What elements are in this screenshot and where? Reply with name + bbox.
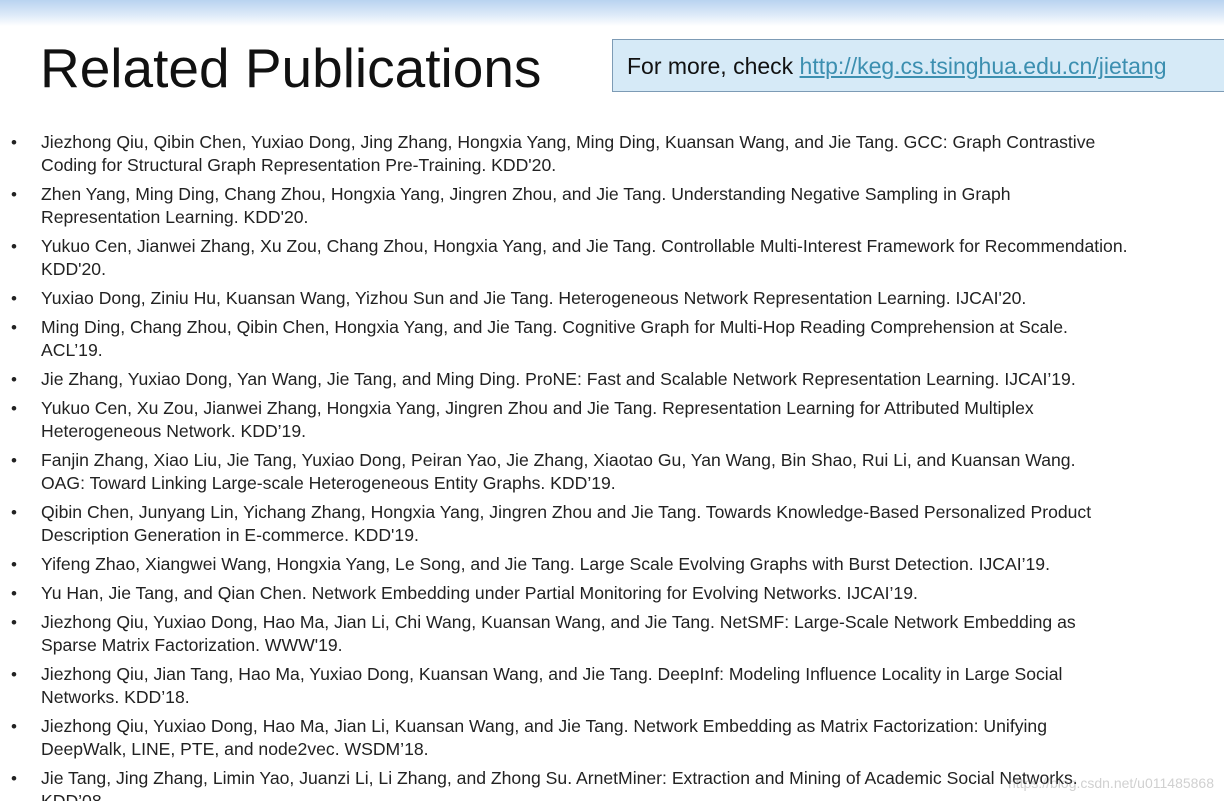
publication-item: • Jiezhong Qiu, Yuxiao Dong, Hao Ma, Jian… (0, 715, 1224, 761)
publication-text-cont: KDD'20. (41, 259, 106, 279)
publication-item: • Yukuo Cen, Jianwei Zhang, Xu Zou, Chang… (0, 235, 1224, 281)
bullet-icon: • (11, 318, 17, 337)
publication-text-cont: Description Generation in E-commerce. KD… (41, 525, 419, 545)
bullet-icon: • (11, 584, 17, 603)
publication-text: Jiezhong Qiu, Yuxiao Dong, Hao Ma, Jian … (41, 612, 1076, 632)
publication-item: • Yukuo Cen, Xu Zou, Jianwei Zhang, Hongx… (0, 397, 1224, 443)
publication-text: Jie Zhang, Yuxiao Dong, Yan Wang, Jie Ta… (41, 369, 1076, 389)
bullet-icon: • (11, 555, 17, 574)
publication-text-cont: KDD’08. (41, 791, 107, 801)
publication-item: • Zhen Yang, Ming Ding, Chang Zhou, Hongx… (0, 183, 1224, 229)
publication-text: Fanjin Zhang, Xiao Liu, Jie Tang, Yuxiao… (41, 450, 1076, 470)
bullet-icon: • (11, 769, 17, 788)
publication-item: • Jiezhong Qiu, Jian Tang, Hao Ma, Yuxiao… (0, 663, 1224, 709)
publication-text-cont: OAG: Toward Linking Large-scale Heteroge… (41, 473, 616, 493)
publication-item: • Yifeng Zhao, Xiangwei Wang, Hongxia Yan… (0, 553, 1224, 576)
bullet-icon: • (11, 370, 17, 389)
publication-text: Yukuo Cen, Xu Zou, Jianwei Zhang, Hongxi… (41, 398, 1034, 418)
publication-text: Yukuo Cen, Jianwei Zhang, Xu Zou, Chang … (41, 236, 1128, 256)
publication-item: • Qibin Chen, Junyang Lin, Yichang Zhang,… (0, 501, 1224, 547)
publication-item: • Jiezhong Qiu, Yuxiao Dong, Hao Ma, Jian… (0, 611, 1224, 657)
publication-text-cont: Representation Learning. KDD'20. (41, 207, 309, 227)
publication-text-cont: DeepWalk, LINE, PTE, and node2vec. WSDM’… (41, 739, 429, 759)
bullet-icon: • (11, 613, 17, 632)
bullet-icon: • (11, 133, 17, 152)
publication-item: • Yuxiao Dong, Ziniu Hu, Kuansan Wang, Yi… (0, 287, 1224, 310)
publication-text-cont: Networks. KDD’18. (41, 687, 190, 707)
bullet-icon: • (11, 399, 17, 418)
publication-text: Jiezhong Qiu, Qibin Chen, Yuxiao Dong, J… (41, 132, 1096, 152)
bullet-icon: • (11, 451, 17, 470)
publication-text: Yifeng Zhao, Xiangwei Wang, Hongxia Yang… (41, 554, 1050, 574)
publication-item: • Ming Ding, Chang Zhou, Qibin Chen, Hong… (0, 316, 1224, 362)
publication-text: Ming Ding, Chang Zhou, Qibin Chen, Hongx… (41, 317, 1068, 337)
publication-text: Zhen Yang, Ming Ding, Chang Zhou, Hongxi… (41, 184, 1011, 204)
bullet-icon: • (11, 289, 17, 308)
slide-top-band (0, 0, 1224, 26)
publication-item: • Jiezhong Qiu, Qibin Chen, Yuxiao Dong, … (0, 131, 1224, 177)
publication-text: Jiezhong Qiu, Yuxiao Dong, Hao Ma, Jian … (41, 716, 1047, 736)
more-info-prefix: For more, check (627, 53, 800, 79)
publication-text-cont: Sparse Matrix Factorization. WWW'19. (41, 635, 343, 655)
publication-text: Qibin Chen, Junyang Lin, Yichang Zhang, … (41, 502, 1092, 522)
publication-text: Yu Han, Jie Tang, and Qian Chen. Network… (41, 583, 918, 603)
bullet-icon: • (11, 665, 17, 684)
watermark: https://blog.csdn.net/u011485868 (1007, 775, 1214, 791)
publication-text: Jiezhong Qiu, Jian Tang, Hao Ma, Yuxiao … (41, 664, 1063, 684)
slide-title: Related Publications (40, 37, 542, 99)
bullet-icon: • (11, 717, 17, 736)
bullet-icon: • (11, 503, 17, 522)
publication-item: • Fanjin Zhang, Xiao Liu, Jie Tang, Yuxia… (0, 449, 1224, 495)
publication-text-cont: ACL’19. (41, 340, 103, 360)
publication-text: Yuxiao Dong, Ziniu Hu, Kuansan Wang, Yiz… (41, 288, 1027, 308)
publication-item: • Yu Han, Jie Tang, and Qian Chen. Networ… (0, 582, 1224, 605)
publication-text-cont: Coding for Structural Graph Representati… (41, 155, 557, 175)
more-info-box: For more, check http://keg.cs.tsinghua.e… (612, 39, 1224, 92)
publication-text-cont: Heterogeneous Network. KDD’19. (41, 421, 307, 441)
homepage-link[interactable]: http://keg.cs.tsinghua.edu.cn/jietang (800, 53, 1167, 79)
bullet-icon: • (11, 185, 17, 204)
publication-list: • Jiezhong Qiu, Qibin Chen, Yuxiao Dong, … (0, 131, 1224, 801)
bullet-icon: • (11, 237, 17, 256)
publication-item: • Jie Zhang, Yuxiao Dong, Yan Wang, Jie T… (0, 368, 1224, 391)
